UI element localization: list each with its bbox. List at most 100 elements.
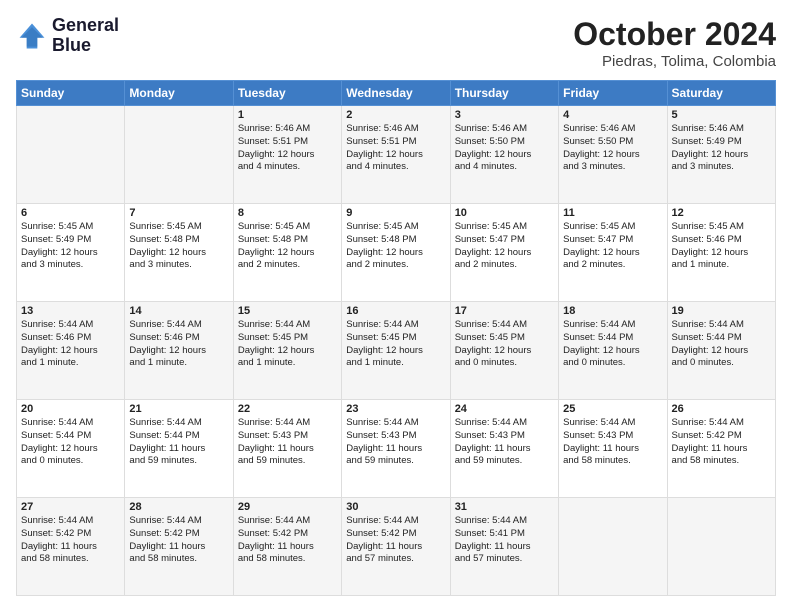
calendar-cell: 30Sunrise: 5:44 AM Sunset: 5:42 PM Dayli…	[342, 498, 450, 596]
calendar-cell: 4 Sunrise: 5:46 AM Sunset: 5:50 PM Daylig…	[559, 106, 667, 204]
calendar-cell: 19 Sunrise: 5:44 AM Sunset: 5:44 PM Dayli…	[667, 302, 775, 400]
cell-content: Sunrise: 5:44 AM Sunset: 5:42 PM Dayligh…	[346, 515, 445, 566]
calendar-cell: 14Sunrise: 5:44 AM Sunset: 5:46 PM Dayli…	[125, 302, 233, 400]
calendar-table: Sunday Monday Tuesday Wednesday Thursday…	[16, 80, 776, 596]
cell-content: Sunrise: 5:45 AM Sunset: 5:47 PM Dayligh…	[563, 221, 662, 272]
calendar-cell: 13 Sunrise: 5:44 AM Sunset: 5:46 PM Dayli…	[17, 302, 125, 400]
calendar-week-4: 27 Sunrise: 5:44 AM Sunset: 5:42 PM Dayli…	[17, 498, 776, 596]
calendar-cell: 15Sunrise: 5:44 AM Sunset: 5:45 PM Dayli…	[233, 302, 341, 400]
cell-content: Sunrise: 5:44 AM Sunset: 5:46 PM Dayligh…	[129, 319, 228, 370]
cell-content: Sunrise: 5:45 AM Sunset: 5:49 PM Dayligh…	[21, 221, 120, 272]
day-number: 16	[346, 305, 445, 317]
header: General Blue October 2024 Piedras, Tolim…	[16, 16, 776, 70]
calendar-cell	[559, 498, 667, 596]
cell-content: Sunrise: 5:46 AM Sunset: 5:49 PM Dayligh…	[672, 123, 771, 174]
col-friday: Friday	[559, 81, 667, 106]
calendar-cell: 9 Sunrise: 5:45 AM Sunset: 5:48 PM Daylig…	[342, 204, 450, 302]
calendar-cell: 1 Sunrise: 5:46 AM Sunset: 5:51 PM Daylig…	[233, 106, 341, 204]
day-number: 24	[455, 403, 554, 415]
logo-icon	[16, 20, 48, 52]
calendar-cell: 18Sunrise: 5:44 AM Sunset: 5:44 PM Dayli…	[559, 302, 667, 400]
col-wednesday: Wednesday	[342, 81, 450, 106]
cell-content: Sunrise: 5:45 AM Sunset: 5:47 PM Dayligh…	[455, 221, 554, 272]
day-number: 19	[672, 305, 771, 317]
day-number: 20	[21, 403, 120, 415]
cell-content: Sunrise: 5:44 AM Sunset: 5:42 PM Dayligh…	[129, 515, 228, 566]
day-number: 26	[672, 403, 771, 415]
cell-content: Sunrise: 5:44 AM Sunset: 5:42 PM Dayligh…	[21, 515, 120, 566]
cell-content: Sunrise: 5:44 AM Sunset: 5:42 PM Dayligh…	[238, 515, 337, 566]
calendar-cell: 8Sunrise: 5:45 AM Sunset: 5:48 PM Daylig…	[233, 204, 341, 302]
calendar-week-0: 1 Sunrise: 5:46 AM Sunset: 5:51 PM Daylig…	[17, 106, 776, 204]
cell-content: Sunrise: 5:45 AM Sunset: 5:46 PM Dayligh…	[672, 221, 771, 272]
day-number: 5	[672, 109, 771, 121]
calendar-header: Sunday Monday Tuesday Wednesday Thursday…	[17, 81, 776, 106]
col-thursday: Thursday	[450, 81, 558, 106]
day-number: 10	[455, 207, 554, 219]
col-sunday: Sunday	[17, 81, 125, 106]
calendar-cell: 25Sunrise: 5:44 AM Sunset: 5:43 PM Dayli…	[559, 400, 667, 498]
cell-content: Sunrise: 5:45 AM Sunset: 5:48 PM Dayligh…	[346, 221, 445, 272]
day-number: 13	[21, 305, 120, 317]
cell-content: Sunrise: 5:44 AM Sunset: 5:43 PM Dayligh…	[455, 417, 554, 468]
cell-content: Sunrise: 5:44 AM Sunset: 5:44 PM Dayligh…	[129, 417, 228, 468]
day-number: 18	[563, 305, 662, 317]
calendar-week-1: 6Sunrise: 5:45 AM Sunset: 5:49 PM Daylig…	[17, 204, 776, 302]
cell-content: Sunrise: 5:46 AM Sunset: 5:51 PM Dayligh…	[238, 123, 337, 174]
calendar-week-3: 20 Sunrise: 5:44 AM Sunset: 5:44 PM Dayli…	[17, 400, 776, 498]
cell-content: Sunrise: 5:46 AM Sunset: 5:50 PM Dayligh…	[563, 123, 662, 174]
calendar-cell: 5 Sunrise: 5:46 AM Sunset: 5:49 PM Daylig…	[667, 106, 775, 204]
cell-content: Sunrise: 5:44 AM Sunset: 5:45 PM Dayligh…	[455, 319, 554, 370]
calendar-cell	[17, 106, 125, 204]
title-block: October 2024 Piedras, Tolima, Colombia	[573, 16, 776, 70]
calendar-cell: 26 Sunrise: 5:44 AM Sunset: 5:42 PM Dayli…	[667, 400, 775, 498]
day-number: 25	[563, 403, 662, 415]
calendar-cell: 2 Sunrise: 5:46 AM Sunset: 5:51 PM Daylig…	[342, 106, 450, 204]
page: General Blue October 2024 Piedras, Tolim…	[0, 0, 792, 612]
day-number: 31	[455, 501, 554, 513]
cell-content: Sunrise: 5:44 AM Sunset: 5:44 PM Dayligh…	[672, 319, 771, 370]
day-number: 12	[672, 207, 771, 219]
calendar-cell: 7Sunrise: 5:45 AM Sunset: 5:48 PM Daylig…	[125, 204, 233, 302]
day-number: 21	[129, 403, 228, 415]
calendar-body: 1 Sunrise: 5:46 AM Sunset: 5:51 PM Daylig…	[17, 106, 776, 596]
day-number: 4	[563, 109, 662, 121]
day-number: 23	[346, 403, 445, 415]
calendar-cell: 17 Sunrise: 5:44 AM Sunset: 5:45 PM Dayli…	[450, 302, 558, 400]
logo: General Blue	[16, 16, 119, 56]
cell-content: Sunrise: 5:44 AM Sunset: 5:43 PM Dayligh…	[346, 417, 445, 468]
calendar-cell: 29Sunrise: 5:44 AM Sunset: 5:42 PM Dayli…	[233, 498, 341, 596]
day-number: 7	[129, 207, 228, 219]
day-number: 2	[346, 109, 445, 121]
calendar-cell: 22 Sunrise: 5:44 AM Sunset: 5:43 PM Dayli…	[233, 400, 341, 498]
calendar-cell: 10 Sunrise: 5:45 AM Sunset: 5:47 PM Dayli…	[450, 204, 558, 302]
day-number: 8	[238, 207, 337, 219]
calendar-cell	[125, 106, 233, 204]
day-number: 27	[21, 501, 120, 513]
col-saturday: Saturday	[667, 81, 775, 106]
calendar-cell: 16Sunrise: 5:44 AM Sunset: 5:45 PM Dayli…	[342, 302, 450, 400]
cell-content: Sunrise: 5:44 AM Sunset: 5:46 PM Dayligh…	[21, 319, 120, 370]
day-number: 17	[455, 305, 554, 317]
calendar-cell	[667, 498, 775, 596]
calendar-cell: 3 Sunrise: 5:46 AM Sunset: 5:50 PM Daylig…	[450, 106, 558, 204]
day-number: 9	[346, 207, 445, 219]
cell-content: Sunrise: 5:44 AM Sunset: 5:43 PM Dayligh…	[238, 417, 337, 468]
day-number: 22	[238, 403, 337, 415]
calendar-cell: 12 Sunrise: 5:45 AM Sunset: 5:46 PM Dayli…	[667, 204, 775, 302]
cell-content: Sunrise: 5:44 AM Sunset: 5:45 PM Dayligh…	[238, 319, 337, 370]
cell-content: Sunrise: 5:46 AM Sunset: 5:51 PM Dayligh…	[346, 123, 445, 174]
calendar-cell: 23 Sunrise: 5:44 AM Sunset: 5:43 PM Dayli…	[342, 400, 450, 498]
cell-content: Sunrise: 5:46 AM Sunset: 5:50 PM Dayligh…	[455, 123, 554, 174]
calendar-cell: 20Sunrise: 5:44 AM Sunset: 5:44 PM Dayli…	[17, 400, 125, 498]
calendar-cell: 6Sunrise: 5:45 AM Sunset: 5:49 PM Daylig…	[17, 204, 125, 302]
day-number: 3	[455, 109, 554, 121]
location: Piedras, Tolima, Colombia	[573, 53, 776, 70]
col-tuesday: Tuesday	[233, 81, 341, 106]
calendar-cell: 31Sunrise: 5:44 AM Sunset: 5:41 PM Dayli…	[450, 498, 558, 596]
cell-content: Sunrise: 5:44 AM Sunset: 5:42 PM Dayligh…	[672, 417, 771, 468]
day-number: 1	[238, 109, 337, 121]
calendar-week-2: 13 Sunrise: 5:44 AM Sunset: 5:46 PM Dayli…	[17, 302, 776, 400]
header-row: Sunday Monday Tuesday Wednesday Thursday…	[17, 81, 776, 106]
col-monday: Monday	[125, 81, 233, 106]
